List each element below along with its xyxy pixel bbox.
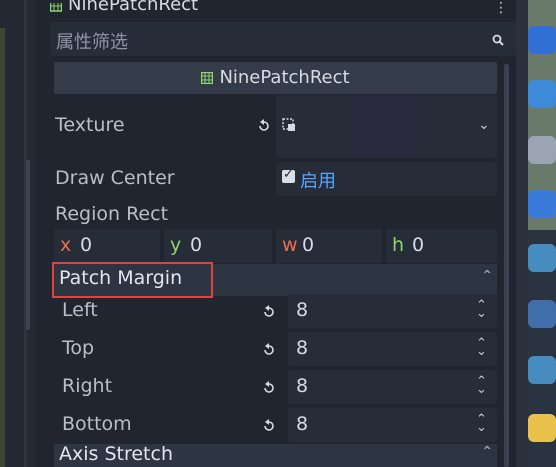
chevron-up-icon: ⌃ — [481, 268, 493, 284]
folder-icon[interactable] — [528, 414, 556, 442]
draw-center-checkbox[interactable]: ✓ — [282, 167, 295, 183]
margin-right-label: Right — [62, 375, 113, 397]
margin-left-label: Left — [62, 299, 98, 321]
margin-bottom-label: Bottom — [62, 413, 132, 435]
spinner-arrows-icon[interactable]: ⌃ ⌄ — [476, 375, 487, 396]
margin-bottom-value: 8 — [296, 413, 309, 435]
file-manager-icon[interactable] — [528, 136, 556, 164]
godot-editor-icon[interactable] — [528, 244, 556, 272]
region-h-value: 0 — [412, 234, 425, 256]
region-rect-label: Region Rect — [55, 203, 169, 225]
scrollbar-thumb[interactable] — [504, 64, 509, 467]
axis-label-w: w — [282, 234, 298, 256]
search-icon — [492, 31, 504, 50]
axis-label-x: x — [60, 234, 72, 256]
region-h-field[interactable]: h 0 — [386, 229, 497, 263]
margin-left-value: 8 — [296, 299, 309, 321]
godot-project-icon[interactable] — [528, 356, 556, 384]
axis-label-h: h — [392, 234, 405, 256]
margin-top-label: Top — [62, 337, 95, 359]
cloud-app-icon[interactable] — [528, 80, 556, 108]
axis-stretch-section-header[interactable]: Axis Stretch ⌃ — [54, 443, 497, 467]
property-filter-input[interactable]: 属性筛选 — [50, 22, 516, 56]
app-launcher-icon[interactable] — [528, 26, 556, 54]
chevron-up-icon: ⌃ — [481, 444, 493, 460]
ninepatch-node-icon — [49, 0, 63, 19]
margin-top-spinbox[interactable] — [288, 332, 497, 366]
revert-icon[interactable] — [262, 418, 276, 437]
object-menu-icon[interactable]: ⋮ — [494, 0, 508, 16]
viewport-grid-strip — [0, 28, 5, 467]
checkmark-icon: ✓ — [283, 167, 294, 182]
filter-placeholder: 属性筛选 — [56, 32, 128, 53]
revert-icon[interactable] — [262, 380, 276, 399]
axis-label-y: y — [170, 234, 182, 256]
inspector-header: NinePatchRect ⋮ — [49, 0, 516, 20]
draw-center-value-label[interactable]: 启用 — [300, 167, 336, 193]
chevron-down-icon[interactable]: ⌄ — [478, 117, 490, 133]
region-w-field[interactable]: w 0 — [276, 229, 382, 263]
margin-right-spinbox[interactable] — [288, 370, 497, 404]
revert-icon[interactable] — [262, 342, 276, 361]
revert-icon[interactable] — [257, 118, 271, 137]
class-header-label: NinePatchRect — [219, 67, 350, 88]
texture-label: Texture — [55, 114, 125, 136]
ninepatch-class-icon — [201, 68, 214, 89]
margin-bottom-spinbox[interactable] — [288, 408, 497, 442]
draw-center-label: Draw Center — [55, 167, 175, 189]
editor-viewport-edge — [0, 0, 36, 467]
margin-top-value: 8 — [296, 337, 309, 359]
axis-stretch-label: Axis Stretch — [59, 443, 173, 465]
shield-app-icon[interactable] — [528, 190, 556, 218]
region-x-value: 0 — [80, 234, 93, 256]
margin-left-spinbox[interactable] — [288, 294, 497, 328]
spinner-arrows-icon[interactable]: ⌃ ⌄ — [476, 337, 487, 358]
star-app-icon[interactable] — [528, 300, 556, 328]
highlight-box — [52, 262, 213, 298]
region-x-field[interactable]: x 0 — [54, 229, 160, 263]
viewport-scrollbar[interactable] — [26, 160, 30, 330]
spinner-arrows-icon[interactable]: ⌃ ⌄ — [476, 413, 487, 434]
revert-icon[interactable] — [262, 304, 276, 323]
inspector-scrollbar[interactable] — [504, 64, 509, 467]
class-section-header: NinePatchRect — [54, 62, 497, 94]
region-y-field[interactable]: y 0 — [164, 229, 272, 263]
texture-resource-icon[interactable] — [282, 117, 296, 136]
region-w-value: 0 — [302, 234, 315, 256]
node-title: NinePatchRect — [68, 0, 199, 15]
region-y-value: 0 — [190, 234, 203, 256]
texture-preview[interactable] — [352, 95, 416, 158]
margin-right-value: 8 — [296, 375, 309, 397]
spinner-arrows-icon[interactable]: ⌃ ⌄ — [476, 299, 487, 320]
